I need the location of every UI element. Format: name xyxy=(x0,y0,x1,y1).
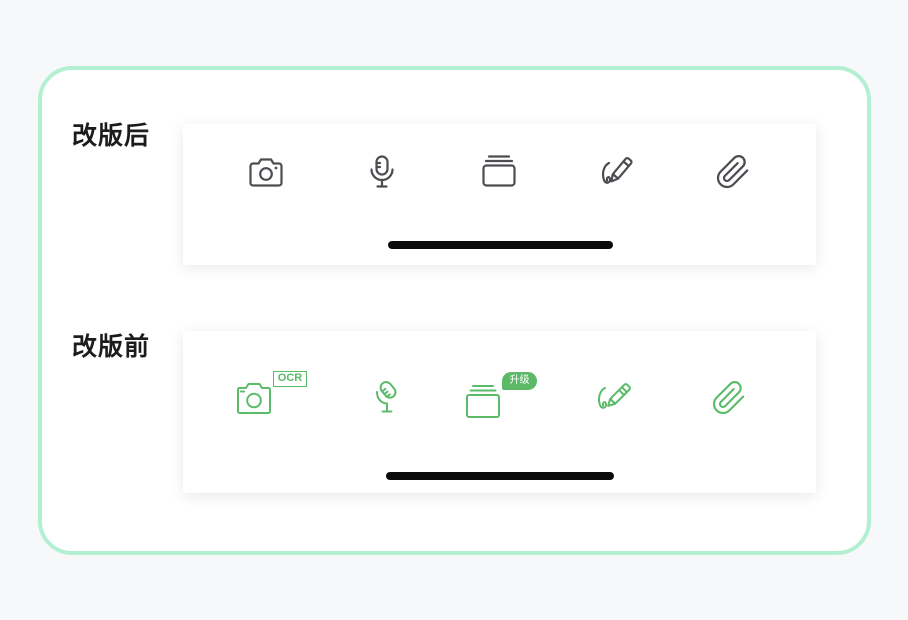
card-stack-icon xyxy=(466,385,500,418)
attachment-button[interactable] xyxy=(709,378,749,418)
camera-button[interactable] xyxy=(234,378,274,418)
camera-button[interactable] xyxy=(246,152,286,192)
attachment-button[interactable] xyxy=(713,152,753,192)
microphone-icon xyxy=(370,155,394,188)
before-label: 改版前 xyxy=(72,332,151,361)
camera-icon xyxy=(237,383,271,414)
upgrade-badge: 升级 xyxy=(502,372,537,390)
handwriting-button[interactable] xyxy=(596,152,636,192)
handwriting-button[interactable] xyxy=(593,378,633,418)
handwriting-icon xyxy=(598,383,631,409)
microphone-icon xyxy=(376,381,397,413)
ocr-badge: OCR xyxy=(273,371,307,387)
toolbar-after xyxy=(183,124,816,265)
voice-button[interactable] xyxy=(367,377,407,417)
comparison-card: 改版后 改版前 OCR 升级 xyxy=(38,66,871,555)
toolbar-before: OCR 升级 xyxy=(183,331,816,493)
after-label: 改版后 xyxy=(72,121,151,150)
card-stack-icon xyxy=(482,155,516,187)
home-indicator xyxy=(388,241,613,249)
home-indicator xyxy=(386,472,614,480)
paperclip-icon xyxy=(716,155,749,189)
card-stack-button[interactable] xyxy=(479,151,519,191)
camera-icon xyxy=(249,158,283,187)
voice-button[interactable] xyxy=(362,152,402,192)
paperclip-icon xyxy=(712,381,745,415)
handwriting-icon xyxy=(601,156,633,184)
card-stack-button[interactable] xyxy=(463,381,503,421)
